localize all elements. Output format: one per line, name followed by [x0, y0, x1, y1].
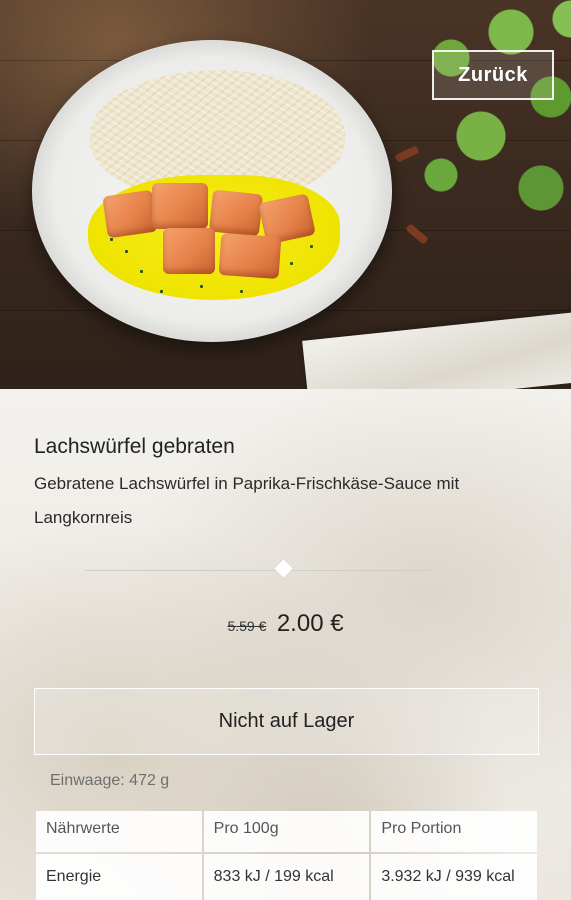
- weight-label: Einwaage: 472 g: [50, 772, 170, 789]
- herbs-decoration: [391, 0, 571, 240]
- table-header-cell: Pro 100g: [203, 811, 370, 852]
- current-price: 2.00 €: [276, 610, 344, 637]
- divider-diamond-icon: [274, 559, 293, 578]
- nutrition-table: Nährwerte Pro 100g Pro Portion Energie 8…: [34, 809, 539, 900]
- back-button[interactable]: Zurück: [432, 50, 554, 100]
- nutrient-per-100g: 833 kJ / 199 kcal: [203, 854, 370, 900]
- table-header-row: Nährwerte Pro 100g Pro Portion: [36, 811, 537, 852]
- dish-detail: Lachswürfel gebraten Gebratene Lachswürf…: [0, 389, 571, 900]
- nutrient-per-portion: 3.932 kJ / 939 kcal: [371, 854, 537, 900]
- price-row: 5.59 € 2.00 €: [0, 610, 571, 638]
- table-header-cell: Nährwerte: [36, 811, 202, 852]
- dish-description: Gebratene Lachswürfel in Paprika-Frischk…: [34, 474, 460, 527]
- table-row: Energie 833 kJ / 199 kcal 3.932 kJ / 939…: [36, 854, 537, 900]
- out-of-stock-button[interactable]: Nicht auf Lager: [34, 688, 539, 755]
- dish-title: Lachswürfel gebraten: [34, 435, 235, 458]
- table-header-cell: Pro Portion: [371, 811, 537, 852]
- newspaper-decoration: [302, 309, 571, 389]
- old-price: 5.59 €: [227, 618, 267, 634]
- nutrient-label: Energie: [36, 854, 202, 900]
- divider: [85, 570, 430, 571]
- dish-photo: Zurück: [0, 0, 571, 389]
